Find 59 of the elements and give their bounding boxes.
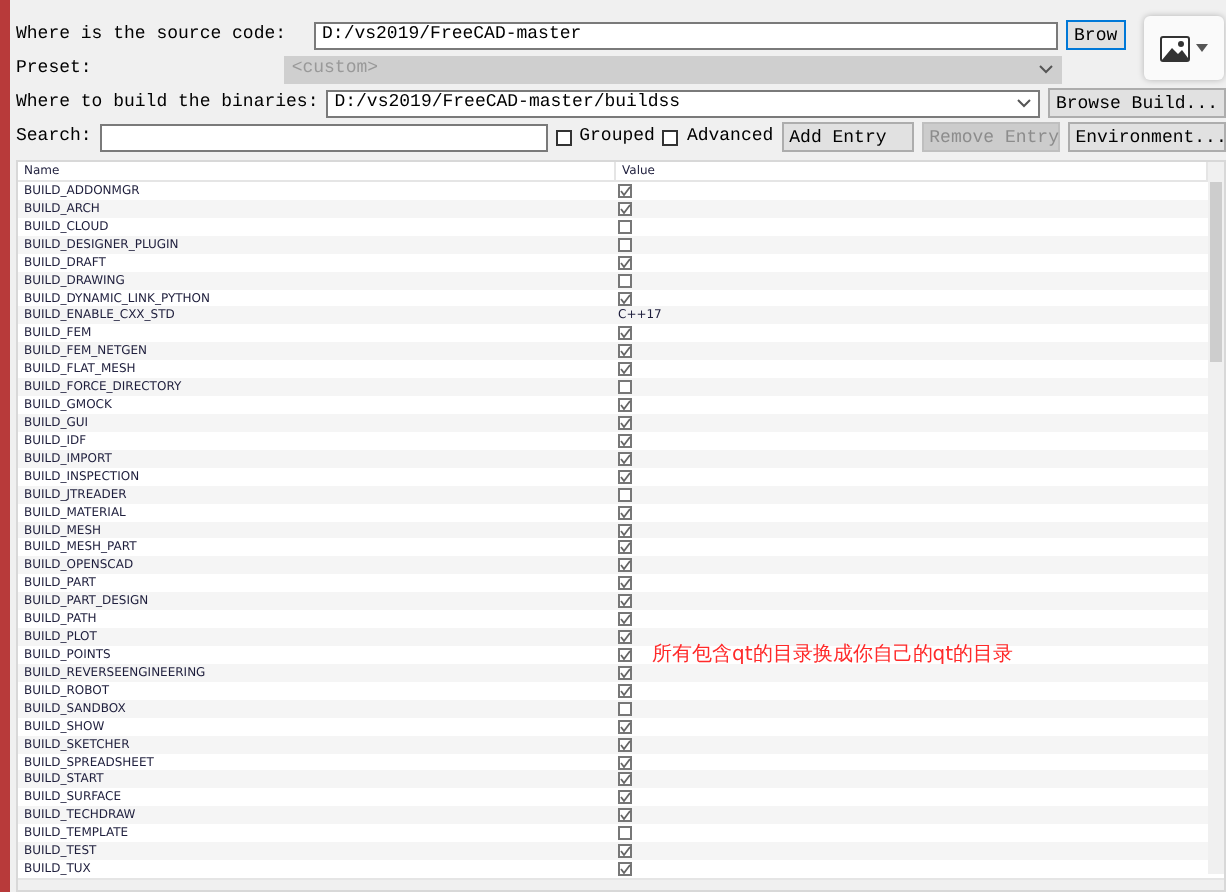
checkbox[interactable] [618, 255, 632, 270]
checkbox[interactable]: Advanced [662, 123, 774, 151]
checkbox[interactable] [618, 576, 632, 591]
checkbox[interactable] [618, 701, 632, 716]
checkbox[interactable] [618, 808, 632, 823]
checkbox[interactable] [618, 184, 632, 198]
browse-button[interactable]: Browse Build... [1047, 88, 1226, 118]
scrollbar[interactable] [18, 877, 1224, 890]
checkbox[interactable] [618, 237, 632, 252]
image-icon [1160, 35, 1190, 61]
action-button[interactable]: Add Entry [781, 122, 914, 152]
action-button[interactable]: Environment... [1067, 122, 1226, 152]
checkbox[interactable] [618, 291, 632, 306]
checkbox[interactable] [618, 362, 632, 377]
checkbox[interactable] [618, 844, 632, 859]
checkbox[interactable] [618, 612, 632, 627]
path-dropdown[interactable]: D:/vs2019/FreeCAD-master/buildss [326, 89, 1040, 117]
checkbox[interactable] [618, 737, 632, 752]
caret-icon [1196, 44, 1208, 52]
caret-icon [1037, 63, 1054, 75]
checkbox[interactable] [618, 433, 632, 448]
checkbox[interactable] [618, 344, 632, 359]
checkbox[interactable] [618, 719, 632, 734]
checkbox[interactable] [618, 630, 632, 645]
checkbox[interactable] [618, 648, 632, 663]
path-field[interactable]: D:/vs2019/FreeCAD-master [314, 21, 1059, 49]
checkbox[interactable] [618, 540, 632, 555]
checkbox[interactable] [618, 273, 632, 288]
checkbox[interactable] [618, 558, 632, 573]
checkbox[interactable] [618, 523, 632, 538]
checkbox[interactable] [618, 219, 632, 234]
checkbox[interactable] [618, 451, 632, 466]
search-field[interactable] [99, 123, 548, 151]
field-label: Where to build the binaries: [16, 89, 319, 116]
field-label: Where is the source code: [16, 21, 287, 48]
field-label: Preset: [16, 55, 92, 82]
checkbox[interactable] [618, 826, 632, 841]
checkbox[interactable] [618, 487, 632, 502]
checkbox[interactable] [618, 594, 632, 609]
checkbox[interactable] [618, 772, 632, 787]
checkbox[interactable] [618, 398, 632, 413]
checkbox[interactable] [618, 665, 632, 680]
checkbox[interactable] [618, 415, 632, 430]
checkbox[interactable] [618, 683, 632, 698]
checkbox[interactable] [618, 862, 632, 877]
caret-icon [1015, 97, 1032, 109]
scrollbar[interactable] [1208, 162, 1224, 874]
annotation-text: 所有包含qt的目录换成你自己的qt的目录 [652, 645, 1014, 666]
checkbox[interactable] [618, 469, 632, 484]
browse-button[interactable]: Brow [1066, 20, 1126, 50]
field-label: Search: [16, 123, 92, 150]
checkbox[interactable] [618, 755, 632, 769]
checkbox[interactable] [618, 326, 632, 341]
checkbox[interactable] [618, 380, 632, 395]
checkbox[interactable] [618, 201, 632, 216]
checkbox[interactable] [618, 790, 632, 805]
image-tool-button[interactable] [1144, 16, 1224, 80]
checkbox[interactable]: Grouped [555, 123, 655, 151]
checkbox[interactable] [618, 505, 632, 520]
